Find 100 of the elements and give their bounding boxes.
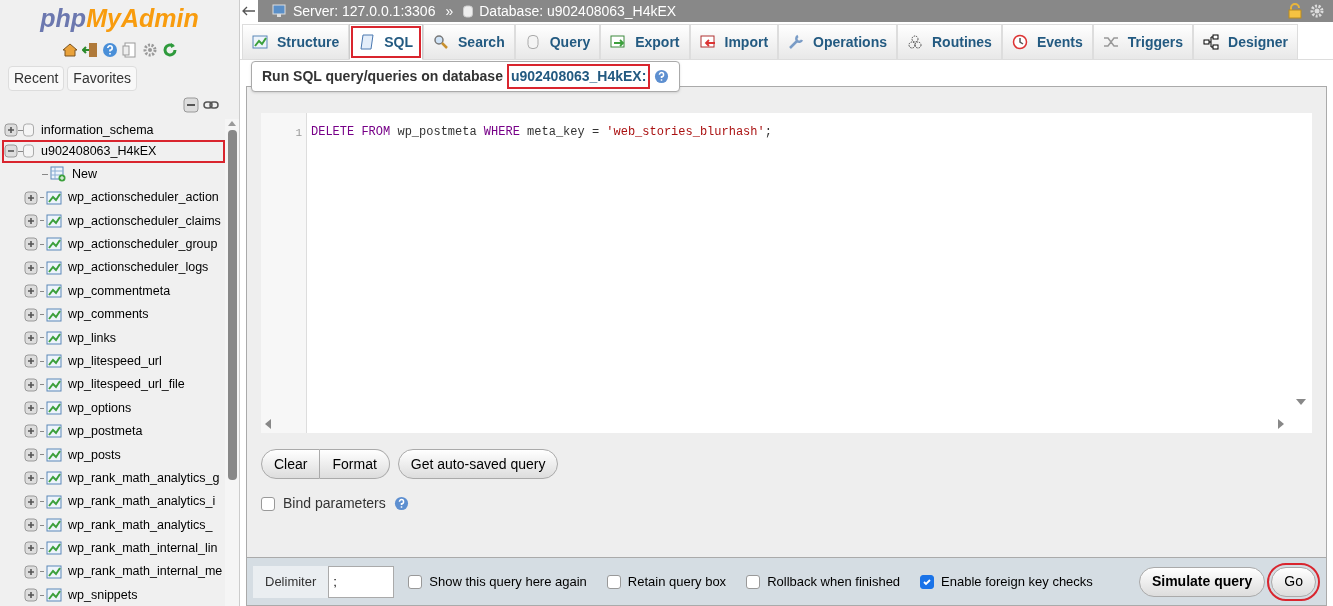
tab[interactable]: Designer xyxy=(1193,24,1298,60)
table-name[interactable]: wp_commentmeta xyxy=(68,281,171,301)
table-icon xyxy=(46,400,62,417)
table-icon xyxy=(46,189,62,206)
table-name[interactable]: wp_actionscheduler_group xyxy=(68,235,218,254)
expand-icon[interactable] xyxy=(24,284,38,299)
expand-icon[interactable] xyxy=(24,260,38,275)
tab[interactable]: Structure xyxy=(242,24,350,60)
table-name[interactable]: wp_actionscheduler_action xyxy=(68,188,219,207)
sidebar-tab[interactable]: Favorites xyxy=(67,66,137,91)
scrollbar[interactable] xyxy=(225,119,239,606)
table-icon xyxy=(46,212,62,229)
table-name[interactable]: wp_snippets xyxy=(68,585,138,605)
table-icon xyxy=(46,493,62,510)
expand-icon[interactable] xyxy=(24,190,38,205)
exit-icon[interactable] xyxy=(81,42,98,58)
delimiter-field[interactable]: ; xyxy=(328,565,395,598)
table-name[interactable]: wp_options xyxy=(68,398,132,418)
expand-icon[interactable] xyxy=(24,237,38,252)
expand-icon[interactable] xyxy=(24,424,38,439)
expand-icon[interactable] xyxy=(24,377,38,392)
help-icon[interactable] xyxy=(101,42,118,58)
sql-editor[interactable]: 1 DELETE FROM wp_postmeta WHERE meta_key = 'web_stories_blurhash'; xyxy=(261,113,1312,433)
tab[interactable]: Triggers xyxy=(1092,24,1194,60)
table-icon xyxy=(46,259,62,276)
designer-icon xyxy=(1203,34,1220,50)
checkbox[interactable] xyxy=(920,574,935,589)
expand-icon[interactable] xyxy=(24,471,38,486)
tab[interactable]: Search xyxy=(423,24,515,60)
database-icon xyxy=(463,4,474,18)
database-link[interactable]: u902408063_H4kEX: xyxy=(508,66,649,87)
table-name[interactable]: wp_rank_math_internal_lin xyxy=(68,539,218,558)
collapse-all-icon[interactable] xyxy=(183,97,199,113)
table-name[interactable]: wp_rank_math_analytics_i xyxy=(68,492,216,512)
tab[interactable]: Routines xyxy=(897,24,1002,60)
tab[interactable]: SQL xyxy=(349,24,423,60)
tab[interactable]: Export xyxy=(600,24,690,60)
table-icon xyxy=(46,540,62,557)
table-name[interactable]: wp_actionscheduler_logs xyxy=(68,258,209,278)
table-icon xyxy=(46,236,62,253)
collapse-icon[interactable] xyxy=(4,144,18,159)
expand-icon[interactable] xyxy=(24,494,38,509)
tab[interactable]: Operations xyxy=(778,24,897,60)
table-icon xyxy=(46,353,62,370)
table-name[interactable]: wp_comments xyxy=(68,305,149,324)
breadcrumb-separator: » xyxy=(445,1,454,21)
breadcrumb-link[interactable]: Database: u902408063_H4kEX xyxy=(479,0,677,22)
table-name[interactable]: wp_rank_math_internal_me xyxy=(68,562,223,582)
database-name[interactable]: information_schema xyxy=(40,121,155,140)
table-icon xyxy=(46,329,62,346)
expand-icon[interactable] xyxy=(24,564,38,579)
table-name[interactable]: wp_litespeed_url_file xyxy=(68,375,185,395)
checkmark-icon xyxy=(922,576,933,587)
query-icon xyxy=(524,34,541,50)
simulate-query-button[interactable]: Simulate query xyxy=(1138,566,1266,597)
expand-icon[interactable] xyxy=(24,213,38,228)
query-button[interactable]: Format xyxy=(320,449,390,479)
breadcrumb-link[interactable]: Server: 127.0.0.1:3306 xyxy=(293,0,436,22)
expand-icon[interactable] xyxy=(24,541,38,556)
expand-icon[interactable] xyxy=(24,588,38,603)
checkbox[interactable] xyxy=(606,574,621,589)
expand-icon[interactable] xyxy=(24,447,38,462)
new-item[interactable]: New xyxy=(72,164,97,184)
table-name[interactable]: wp_links xyxy=(68,328,116,348)
sidebar-tab[interactable]: Recent xyxy=(8,66,65,91)
expand-icon[interactable] xyxy=(24,401,38,416)
table-icon xyxy=(46,306,62,323)
sql-code: DELETE FROM wp_postmeta WHERE meta_key = 'web_stories_blurhash'; xyxy=(311,125,772,139)
home-icon[interactable] xyxy=(61,42,78,58)
query-button[interactable]: Get auto-saved query xyxy=(397,449,559,479)
export-icon xyxy=(610,34,627,50)
expand-icon[interactable] xyxy=(24,518,38,533)
settings-icon[interactable] xyxy=(141,42,158,58)
checkbox[interactable] xyxy=(746,574,761,589)
help-icon[interactable] xyxy=(654,69,670,84)
table-icon xyxy=(46,470,62,487)
help-icon[interactable] xyxy=(393,496,409,511)
server-icon xyxy=(272,4,287,18)
sql-icon xyxy=(359,34,376,50)
table-name[interactable]: wp_posts xyxy=(68,445,121,465)
expand-icon[interactable] xyxy=(24,307,38,322)
table-name[interactable]: wp_postmeta xyxy=(68,422,143,441)
reload-icon[interactable] xyxy=(161,42,178,58)
expand-icon[interactable] xyxy=(24,330,38,345)
query-button[interactable]: Clear xyxy=(261,449,321,479)
tab[interactable]: Query xyxy=(514,24,601,60)
table-name[interactable]: wp_rank_math_analytics_g xyxy=(68,468,220,488)
expand-icon[interactable] xyxy=(4,123,18,138)
tab[interactable]: Events xyxy=(1001,24,1093,60)
tab[interactable]: Import xyxy=(689,24,779,60)
table-name[interactable]: wp_rank_math_analytics_ xyxy=(68,515,213,535)
checkbox-label: Bind parameters xyxy=(283,494,386,513)
phpmyadmin-logo[interactable]: phpMyAdmin xyxy=(40,4,199,32)
table-name[interactable]: wp_litespeed_url xyxy=(68,351,162,371)
routines-icon xyxy=(907,34,923,50)
checkbox[interactable] xyxy=(261,496,275,511)
table-name[interactable]: wp_actionscheduler_claims xyxy=(68,211,221,231)
checkbox[interactable] xyxy=(408,574,423,589)
settings-icon[interactable] xyxy=(1309,3,1325,19)
expand-icon[interactable] xyxy=(24,354,38,369)
